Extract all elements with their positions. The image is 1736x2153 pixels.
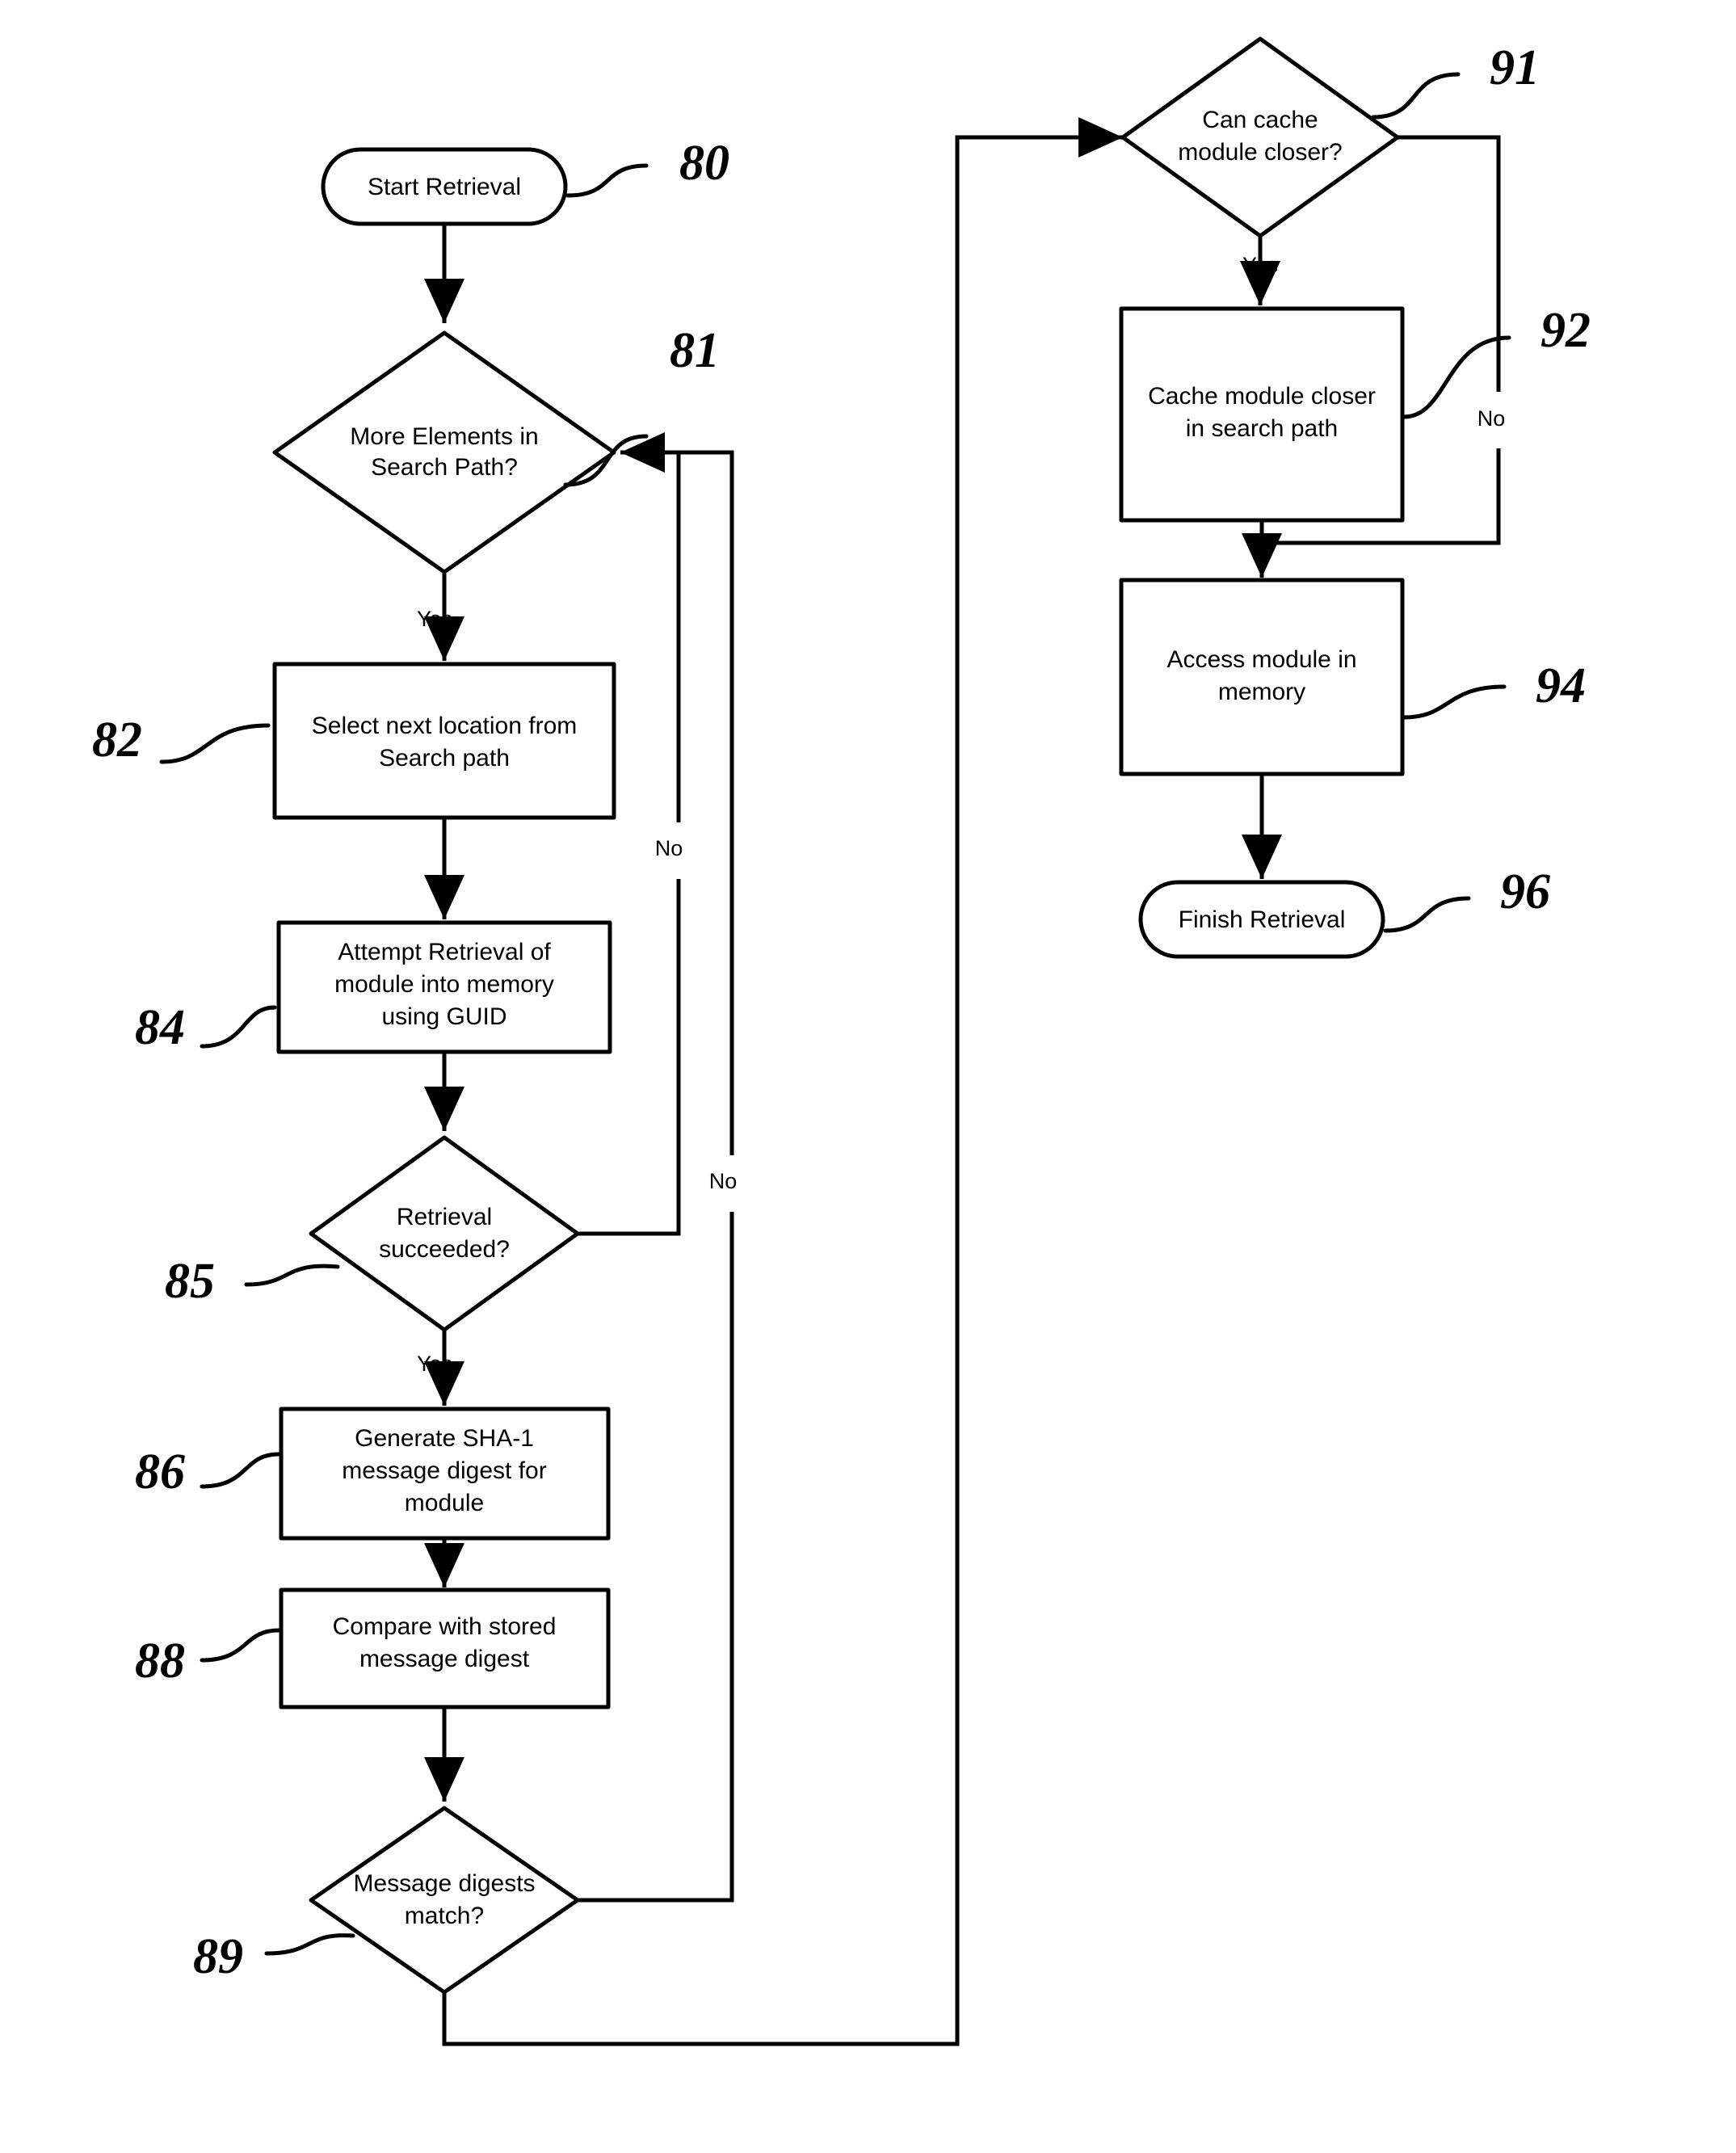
edge-label-91-yes: Yes — [1242, 253, 1278, 277]
process-shape-94 — [1119, 578, 1405, 776]
leader-line-85 — [244, 1264, 340, 1287]
edge-label-81-yes: Yes — [417, 607, 452, 631]
node-80-label-line-1: Start Retrieval — [368, 174, 521, 200]
leader-line-91 — [1371, 72, 1461, 120]
leader-line-96 — [1383, 896, 1471, 933]
node-86-label-line-3: module — [405, 1490, 484, 1516]
edge-label-85-yes: Yes — [417, 1352, 452, 1376]
node-92-label-line-1: Cache module closer — [1148, 383, 1376, 410]
ref-number-91: 91 — [1490, 40, 1540, 95]
leader-line-89 — [264, 1933, 355, 1956]
node-82-label-line-2: Search path — [379, 745, 510, 772]
node-86-label-line-1: Generate SHA-1 — [355, 1425, 534, 1452]
ref-number-96: 96 — [1500, 864, 1550, 919]
node-92-label-line-2: in search path — [1186, 415, 1338, 442]
node-81-more-elements: More Elements in Search Path? — [272, 330, 616, 574]
node-82-label-line-1: Select next location from — [312, 713, 578, 739]
decision-shape-85 — [309, 1135, 580, 1332]
node-86-label-line-2: message digest for — [342, 1457, 546, 1484]
leader-line-94 — [1402, 684, 1507, 720]
node-84-label-line-2: module into memory — [334, 971, 554, 998]
ref-number-85: 85 — [165, 1254, 215, 1309]
node-94-access-module: Access module in memory — [1119, 578, 1405, 776]
ref-number-81: 81 — [670, 323, 720, 378]
node-80-start-retrieval: Start Retrieval — [321, 147, 568, 226]
node-82-select-next-location: Select next location from Search path — [272, 662, 616, 820]
patent-figure-page: Start Retrieval 80 More Elements in Sear… — [0, 0, 1736, 2153]
node-91-label-line-2: module closer? — [1178, 139, 1342, 166]
node-96-label-line-1: Finish Retrieval — [1179, 906, 1346, 933]
node-84-label-line-3: using GUID — [381, 1003, 507, 1030]
ref-number-86: 86 — [135, 1444, 185, 1499]
decision-shape-91 — [1120, 36, 1400, 238]
leader-line-82 — [159, 723, 271, 764]
node-91-label-line-1: Can cache — [1202, 107, 1318, 133]
node-89-label-line-2: match? — [405, 1903, 484, 1929]
ref-number-89: 89 — [193, 1929, 243, 1984]
edge-label-91-no: No — [1477, 406, 1506, 431]
ref-number-80: 80 — [679, 136, 729, 191]
node-88-label-line-1: Compare with stored — [333, 1613, 557, 1640]
node-84-label-line-1: Attempt Retrieval of — [338, 939, 551, 965]
node-96-finish-retrieval: Finish Retrieval — [1138, 880, 1385, 959]
flowchart-canvas: Start Retrieval 80 More Elements in Sear… — [92, 36, 1591, 2046]
decision-shape-89 — [309, 1806, 580, 1995]
edge-label-85-no: No — [655, 836, 683, 860]
leader-line-88 — [200, 1628, 281, 1663]
node-94-label-line-2: memory — [1218, 679, 1305, 705]
node-86-generate-sha1: Generate SHA-1 message digest for module — [279, 1407, 611, 1541]
node-92-cache-module-closer: Cache module closer in search path — [1119, 306, 1405, 523]
node-85-label-line-1: Retrieval — [397, 1204, 492, 1230]
node-89-digests-match: Message digests match? — [309, 1806, 580, 1995]
node-81-label-line-2: Search Path? — [371, 454, 518, 481]
node-88-compare-digest: Compare with stored message digest — [279, 1587, 611, 1709]
leader-line-84 — [200, 1005, 277, 1049]
leader-line-86 — [200, 1452, 281, 1489]
ref-number-82: 82 — [92, 713, 142, 767]
leader-line-80 — [565, 163, 649, 198]
node-94-label-line-1: Access module in — [1166, 646, 1356, 673]
ref-number-88: 88 — [135, 1634, 185, 1688]
ref-number-84: 84 — [135, 1000, 185, 1055]
node-91-can-cache-closer: Can cache module closer? — [1120, 36, 1400, 238]
node-89-label-line-1: Message digests — [353, 1870, 535, 1897]
node-81-label-line-1: More Elements in — [350, 423, 538, 450]
ref-number-92: 92 — [1541, 303, 1591, 358]
decision-shape-81 — [272, 330, 616, 574]
ref-number-94: 94 — [1536, 658, 1586, 713]
edge-label-89-no: No — [709, 1169, 738, 1193]
node-85-retrieval-succeeded: Retrieval succeeded? — [309, 1135, 580, 1332]
node-88-label-line-2: message digest — [359, 1646, 530, 1672]
node-84-attempt-retrieval: Attempt Retrieval of module into memory … — [276, 920, 612, 1054]
process-shape-82 — [272, 662, 616, 820]
node-85-label-line-2: succeeded? — [379, 1236, 510, 1263]
